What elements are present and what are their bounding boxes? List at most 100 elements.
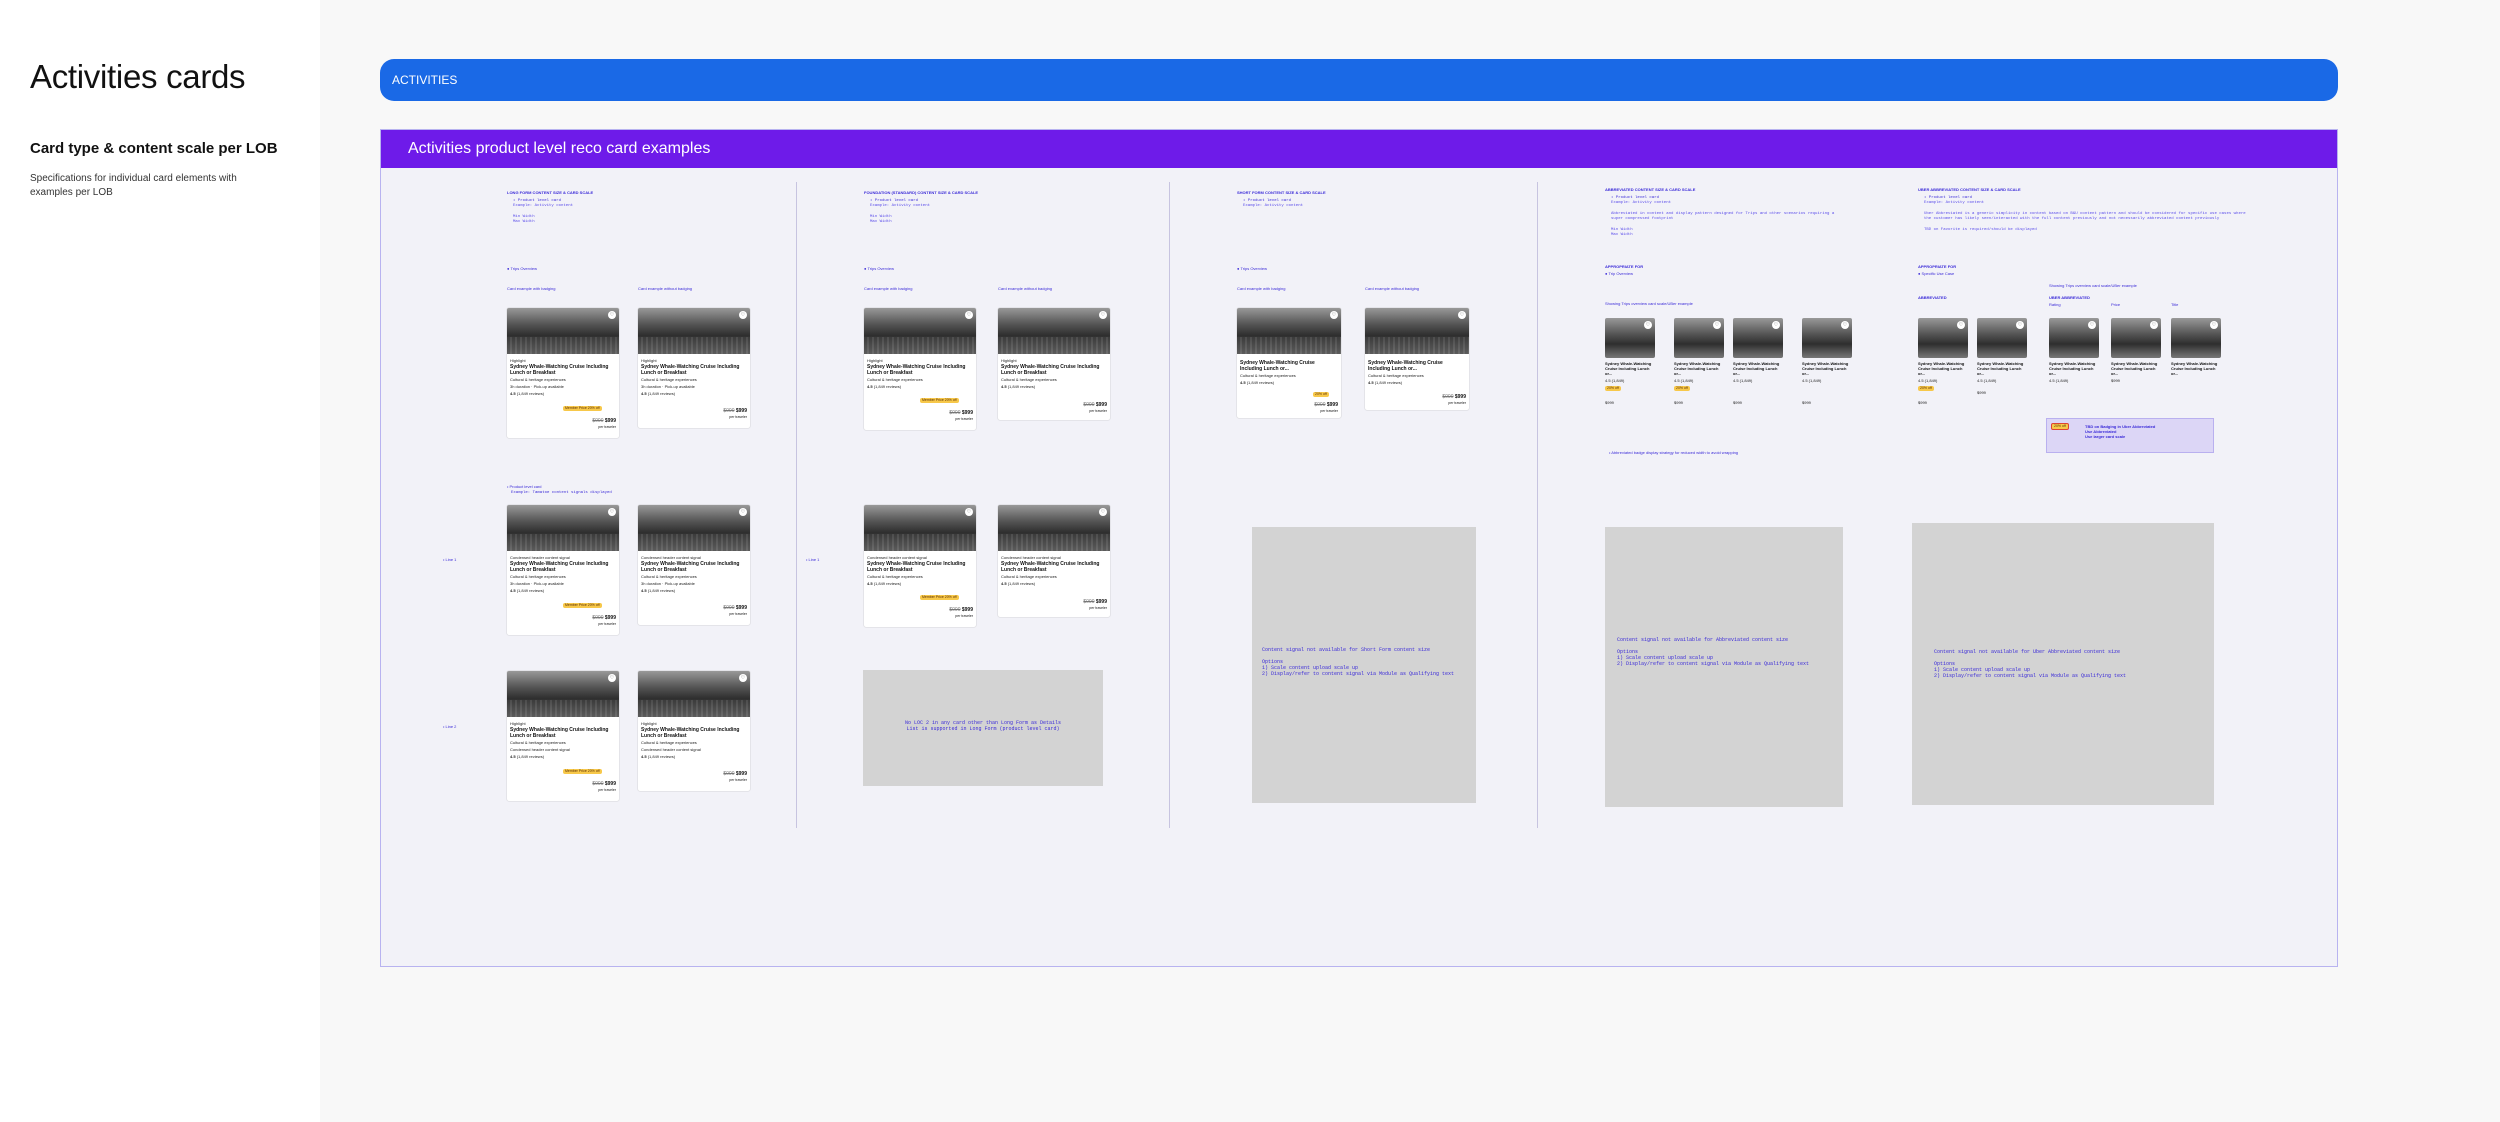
card-per-traveler: per traveler: [598, 788, 616, 792]
mini-activity-card[interactable]: ♡ Sydney Whale-Watching Cruise Including…: [2049, 318, 2099, 418]
card-category: Cultural & heritage experiences: [867, 574, 923, 579]
card-rating: 4.5 (1,849): [1977, 378, 1997, 383]
abbreviated-example-label: Showing Trips overview card scale/UBer e…: [1605, 301, 1693, 306]
member-price-badge: Member Price 20% off: [920, 398, 959, 403]
favorite-icon[interactable]: ♡: [1330, 311, 1338, 319]
card-title: Sydney Whale-Watching Cruise Including L…: [1605, 361, 1652, 376]
favorite-icon[interactable]: ♡: [1957, 321, 1965, 329]
column-max-width: Max Width: [1611, 233, 1633, 237]
favorite-icon[interactable]: ♡: [965, 508, 973, 516]
uber-favorite-note: TBD on Favorite is required/should be di…: [1924, 228, 2037, 232]
card-price: $999: [1605, 400, 1614, 405]
card-price: $999: [1674, 400, 1683, 405]
card-per-traveler: per traveler: [729, 415, 747, 419]
mini-activity-card[interactable]: ♡ Sydney Whale-Watching Cruise Including…: [2171, 318, 2221, 418]
favorite-icon[interactable]: ♡: [2210, 321, 2218, 329]
card-price: $000 $999: [592, 781, 616, 787]
favorite-icon[interactable]: ♡: [739, 508, 747, 516]
abbreviated-note-text: Content signal not available for Abbrevi…: [1617, 637, 1810, 667]
without-badging-label: Card example without badging: [1365, 286, 1420, 291]
page-description: Specifications for individual card eleme…: [30, 173, 237, 198]
column-example: Example: Activity content: [1611, 201, 1672, 205]
favorite-icon[interactable]: ♡: [1458, 311, 1466, 319]
mini-activity-card[interactable]: ♡ Sydney Whale-Watching Cruise Including…: [1918, 318, 1968, 418]
card-rating: 4.5 (1,849): [1674, 378, 1694, 383]
card-meta-pickup: Pick-up available: [664, 581, 695, 586]
trips-overview-label: ● Trips Overview: [507, 266, 537, 271]
mini-activity-card[interactable]: ♡ Sydney Whale-Watching Cruise Including…: [1802, 318, 1852, 418]
card-price: $000 $999: [723, 605, 747, 611]
card-price-value: $999: [604, 418, 616, 424]
card-price: $000 $999: [1314, 402, 1338, 408]
card-category: Cultural & heritage experiences: [641, 377, 697, 382]
card-price-value: $999: [1454, 394, 1466, 400]
favorite-icon[interactable]: ♡: [965, 311, 973, 319]
card-rating: 4.5 (1,849): [1802, 378, 1822, 383]
mini-activity-card[interactable]: ♡ Sydney Whale-Watching Cruise Including…: [2111, 318, 2161, 418]
card-reviews: (1,849 reviews): [1007, 384, 1036, 389]
card-title: Sydney Whale-Watching Cruise Including L…: [867, 561, 966, 573]
card-rating-value: 4.5: [867, 384, 873, 389]
favorite-icon[interactable]: ♡: [739, 674, 747, 682]
mini-activity-card[interactable]: ♡ Sydney Whale-Watching Cruise Including…: [1977, 318, 2027, 418]
favorite-icon[interactable]: ♡: [1099, 508, 1107, 516]
member-price-badge: 20% off: [1674, 386, 1690, 391]
specific-use-case-text: Specific Use Case: [1921, 271, 1955, 276]
long-form-header: LONG FORM CONTENT SIZE & CARD SCALE • Pr…: [507, 190, 707, 225]
activity-card[interactable]: ♡ Highlight Sydney Whale-Watching Cruise…: [638, 308, 750, 428]
favorite-icon[interactable]: ♡: [1644, 321, 1652, 329]
crossed-badge: 20% off: [2051, 423, 2069, 430]
card-price: $000 $999: [949, 607, 973, 613]
card-meta: 3h duration · Pick-up available: [510, 581, 564, 586]
favorite-icon[interactable]: ♡: [608, 311, 616, 319]
activity-card[interactable]: ♡ Highlight Sydney Whale-Watching Cruise…: [507, 308, 619, 438]
favorite-icon[interactable]: ♡: [1099, 311, 1107, 319]
favorite-icon[interactable]: ♡: [1713, 321, 1721, 329]
card-price: $000 $999: [592, 418, 616, 424]
activity-card[interactable]: ♡ Sydney Whale-Watching Cruise Including…: [1237, 308, 1341, 418]
card-price: $000 $999: [592, 615, 616, 621]
favorite-icon[interactable]: ♡: [608, 508, 616, 516]
card-tag: Highlight: [510, 721, 526, 726]
card-meta-pickup: Pick-up available: [664, 384, 695, 389]
trips-overview-label: ● Trips Overview: [1237, 266, 1267, 271]
card-price-value: $999: [735, 408, 747, 414]
card-rating: 4.5 (1,849): [1733, 378, 1753, 383]
appropriate-for-label: APPROPRIATE FOR: [1918, 264, 1957, 269]
activity-card[interactable]: ♡ Condensed header content signal Sydney…: [638, 505, 750, 625]
activity-card[interactable]: ♡ Condensed header content signal Sydney…: [998, 505, 1110, 617]
card-price-value: $999: [604, 781, 616, 787]
favorite-icon[interactable]: ♡: [2016, 321, 2024, 329]
card-title: Sydney Whale-Watching Cruise Including L…: [1802, 361, 1849, 376]
card-image: [864, 308, 976, 354]
card-title: Sydney Whale-Watching Cruise Including L…: [510, 727, 609, 739]
favorite-icon[interactable]: ♡: [1841, 321, 1849, 329]
favorite-icon[interactable]: ♡: [2088, 321, 2096, 329]
favorite-icon[interactable]: ♡: [2150, 321, 2158, 329]
activity-card[interactable]: ♡ Sydney Whale-Watching Cruise Including…: [1365, 308, 1469, 410]
activity-card[interactable]: ♡ Highlight Sydney Whale-Watching Cruise…: [864, 308, 976, 430]
mini-activity-card[interactable]: ♡ Sydney Whale-Watching Cruise Including…: [1733, 318, 1783, 418]
card-rating-value: 4.5: [510, 391, 516, 396]
mini-activity-card[interactable]: ♡ Sydney Whale-Watching Cruise Including…: [1674, 318, 1724, 418]
column-heading: LONG FORM CONTENT SIZE & CARD SCALE: [507, 190, 594, 195]
card-image: [998, 505, 1110, 551]
activity-card[interactable]: ♡ Condensed header content signal Sydney…: [864, 505, 976, 627]
activity-card[interactable]: ♡ Highlight Sydney Whale-Watching Cruise…: [998, 308, 1110, 420]
foundation-header: FOUNDATION (STANDARD) CONTENT SIZE & CAR…: [864, 190, 1064, 225]
favorite-icon[interactable]: ♡: [608, 674, 616, 682]
card-tag-line: Condensed header content signal: [510, 747, 570, 752]
activities-banner-label: ACTIVITIES: [392, 73, 458, 87]
activity-card[interactable]: ♡ Condensed header content signal Sydney…: [507, 505, 619, 635]
card-rating-value: 4.5: [1368, 380, 1374, 385]
activity-card[interactable]: ♡ Highlight Sydney Whale-Watching Cruise…: [507, 671, 619, 801]
activity-card[interactable]: ♡ Highlight Sydney Whale-Watching Cruise…: [638, 671, 750, 791]
card-image: [507, 671, 619, 717]
card-per-traveler: per traveler: [1089, 606, 1107, 610]
card-rating: 4.5 (1,849 reviews): [510, 588, 616, 593]
short-form-note-box: Content signal not available for Short F…: [1252, 527, 1476, 803]
mini-activity-card[interactable]: ♡ Sydney Whale-Watching Cruise Including…: [1605, 318, 1655, 418]
card-price: $000 $999: [1083, 599, 1107, 605]
favorite-icon[interactable]: ♡: [1772, 321, 1780, 329]
favorite-icon[interactable]: ♡: [739, 311, 747, 319]
